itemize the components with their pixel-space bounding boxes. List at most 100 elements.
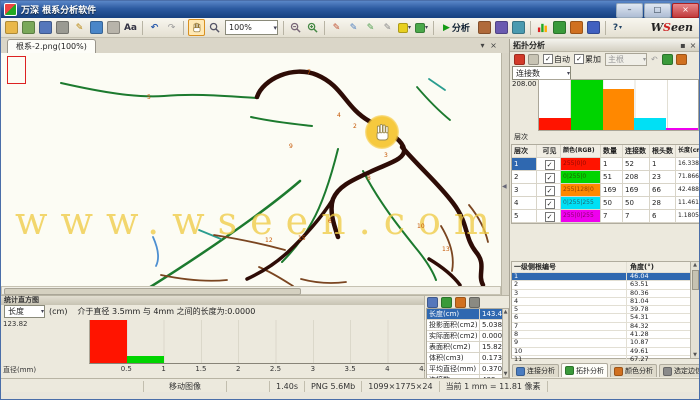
lateral-root-angle-table[interactable]: 一级侧根编号角度(°)146.04263.51380.36481.04539.7…: [511, 261, 700, 359]
tag-tool-icon[interactable]: [494, 20, 509, 35]
stats-scrollbar[interactable]: ▲ ▼: [502, 308, 509, 378]
settings-gear-icon[interactable]: [469, 297, 480, 308]
scroll-down-icon[interactable]: ▼: [691, 352, 699, 358]
connect-tool-icon[interactable]: ✎: [363, 20, 378, 35]
image-canvas[interactable]: www.wseen.com 5742938612151013: [1, 53, 501, 286]
visible-checkbox-cell[interactable]: ✓: [537, 184, 561, 196]
scroll-up-icon[interactable]: ▲: [503, 309, 508, 315]
visible-checkbox[interactable]: ✓: [545, 212, 555, 222]
measure-tool-icon[interactable]: [511, 20, 526, 35]
print-icon[interactable]: [55, 20, 70, 35]
scroll-down-icon[interactable]: ▼: [503, 371, 508, 377]
analysis-tab-连接分析[interactable]: 连接分析: [512, 364, 559, 377]
table-row[interactable]: 体积(cm3)0.1738: [427, 353, 503, 364]
skeleton-tool-icon[interactable]: [477, 20, 492, 35]
canvas-horizontal-scrollbar[interactable]: [1, 286, 501, 295]
table-row[interactable]: 380.36: [512, 290, 699, 298]
scrollbar-thumb[interactable]: [692, 270, 699, 290]
visible-checkbox[interactable]: ✓: [545, 186, 555, 196]
table-row[interactable]: 平均直径(mm)0.370: [427, 364, 503, 375]
visible-checkbox[interactable]: ✓: [545, 160, 555, 170]
hand-pan-tool-icon[interactable]: [188, 19, 205, 36]
stop-icon[interactable]: [514, 54, 525, 65]
chevron-down-icon[interactable]: ▾: [41, 308, 44, 315]
export-excel-icon[interactable]: [552, 20, 567, 35]
edit-pencil-icon[interactable]: ✎: [72, 20, 87, 35]
excel-small-icon[interactable]: [662, 54, 673, 65]
table-row[interactable]: 5✓255|0|2557761.1805: [512, 210, 700, 223]
close-button[interactable]: ×: [672, 3, 699, 18]
zoom-in-icon[interactable]: [305, 20, 320, 35]
copy-icon[interactable]: [106, 20, 121, 35]
table-row[interactable]: 910.87: [512, 339, 699, 347]
table-row[interactable]: 539.78: [512, 306, 699, 314]
save-icon[interactable]: [38, 20, 53, 35]
table-row[interactable]: 146.04: [512, 273, 699, 281]
excel-export-icon[interactable]: [441, 297, 452, 308]
table-row[interactable]: 263.51: [512, 281, 699, 289]
visible-checkbox-cell[interactable]: ✓: [537, 210, 561, 222]
zoom-out-icon[interactable]: [288, 20, 303, 35]
table-row[interactable]: 1049.61: [512, 348, 699, 356]
table-row[interactable]: 1✓255|0|0152116.3388: [512, 158, 700, 171]
undo-small-icon[interactable]: ↶: [651, 55, 658, 64]
panel-splitter[interactable]: ◀: [501, 53, 509, 295]
table-row[interactable]: 4✓0|255|25550502811.4615: [512, 197, 700, 210]
table-row[interactable]: 2✓0|255|0512082371.8669: [512, 171, 700, 184]
level-cell[interactable]: 3: [512, 184, 537, 196]
document-tab[interactable]: 根系-2.png(100%): [7, 39, 96, 53]
save-results-icon[interactable]: [427, 297, 438, 308]
color-picker-dropdown-icon[interactable]: ▾: [397, 20, 412, 35]
table-row[interactable]: 784.32: [512, 323, 699, 331]
table-row[interactable]: 3✓255|128|01691696642.4885: [512, 184, 700, 197]
table-row[interactable]: 表面积(cm2)15.8225: [427, 342, 503, 353]
table-row[interactable]: 654.31: [512, 314, 699, 322]
cut-tool-icon[interactable]: ✎: [380, 20, 395, 35]
analyze-button[interactable]: ▶ 分析: [439, 20, 474, 35]
analysis-tab-拓扑分析[interactable]: 拓扑分析: [561, 363, 608, 377]
visible-checkbox[interactable]: ✓: [545, 199, 555, 209]
level-cell[interactable]: 5: [512, 210, 537, 222]
table-row[interactable]: 841.28: [512, 331, 699, 339]
level-cell[interactable]: 4: [512, 197, 537, 209]
pin-icon[interactable]: ▪: [678, 41, 688, 50]
pick-root-icon[interactable]: [528, 54, 539, 65]
angle-table-scrollbar[interactable]: ▲ ▼: [690, 262, 699, 358]
table-row[interactable]: 481.04: [512, 298, 699, 306]
visible-checkbox-cell[interactable]: ✓: [537, 197, 561, 209]
collapse-arrow-icon[interactable]: ◀: [502, 183, 507, 190]
analysis-tab-颜色分析[interactable]: 颜色分析: [610, 364, 657, 377]
level-cell[interactable]: 2: [512, 171, 537, 183]
minimize-button[interactable]: –: [616, 3, 643, 18]
erase-root-tool-icon[interactable]: ✎: [346, 20, 361, 35]
level-cell[interactable]: 1: [512, 158, 537, 170]
measure-combobox[interactable]: 长度 ▾: [4, 305, 45, 318]
summary-stats-table[interactable]: 长度(cm)143.436投影面积(cm2)5.0384实际面积(cm2)0.0…: [426, 308, 504, 380]
grid-view-icon[interactable]: [586, 20, 601, 35]
panel-close-icon[interactable]: ×: [688, 41, 698, 50]
zoom-tool-icon[interactable]: [207, 20, 222, 35]
import-image-icon[interactable]: [21, 20, 36, 35]
accumulate-checkbox[interactable]: ✓: [574, 54, 584, 64]
chevron-down-icon[interactable]: ▾: [273, 24, 277, 32]
report-icon[interactable]: [569, 20, 584, 35]
undo-icon[interactable]: ↶: [147, 20, 162, 35]
table-row[interactable]: 实际面积(cm2)0.0000: [427, 331, 503, 342]
topology-levels-table[interactable]: 层次可见颜色(RGB)数量连接数根头数长度(cm)1✓255|0|0152116…: [511, 144, 700, 224]
open-folder-icon[interactable]: [4, 20, 19, 35]
auto-checkbox[interactable]: ✓: [543, 54, 553, 64]
chevron-down-icon[interactable]: ▾: [567, 70, 570, 77]
visible-checkbox-cell[interactable]: ✓: [537, 171, 561, 183]
text-tool-icon[interactable]: Aa: [123, 20, 138, 35]
chart-icon[interactable]: [455, 297, 466, 308]
stats-chart-icon[interactable]: [535, 20, 550, 35]
table-row[interactable]: 长度(cm)143.436: [427, 309, 503, 320]
analysis-tab-选定边信息[interactable]: 选定边信息: [659, 364, 700, 377]
scroll-up-icon[interactable]: ▲: [691, 262, 699, 268]
help-button[interactable]: ?▾: [610, 20, 625, 35]
maximize-button[interactable]: □: [644, 3, 671, 18]
histogram-measure-combobox[interactable]: 连接数 ▾: [512, 66, 571, 80]
redo-icon[interactable]: ↷: [164, 20, 179, 35]
tab-close-icon[interactable]: ×: [488, 40, 499, 51]
export-icon[interactable]: [89, 20, 104, 35]
